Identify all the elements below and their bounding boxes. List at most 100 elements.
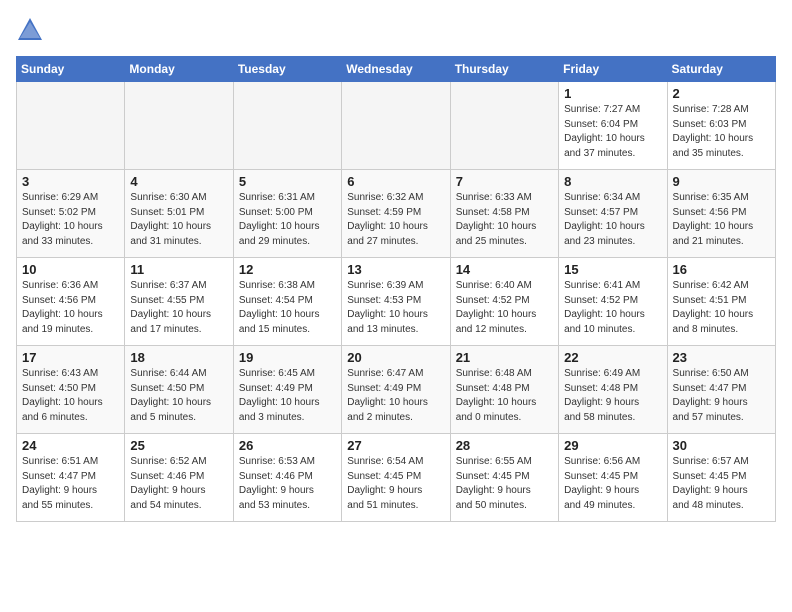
- calendar-header-wednesday: Wednesday: [342, 57, 450, 82]
- calendar-cell: 19 Sunrise: 6:45 AMSunset: 4:49 PMDayligh…: [233, 346, 341, 434]
- day-number: 27: [347, 438, 444, 453]
- day-number: 19: [239, 350, 336, 365]
- day-number: 15: [564, 262, 661, 277]
- day-info: Sunrise: 6:53 AMSunset: 4:46 PMDaylight:…: [239, 455, 336, 513]
- day-info: Sunrise: 6:38 AMSunset: 4:54 PMDaylight:…: [239, 279, 336, 337]
- day-number: 4: [130, 174, 227, 189]
- calendar-week-1: 1Sunrise: 7:27 AMSunset: 6:04 PMDaylight…: [17, 82, 776, 170]
- day-info: Sunrise: 6:52 AMSunset: 4:46 PMDaylight:…: [130, 455, 227, 513]
- calendar-cell: 9 Sunrise: 6:35 AMSunset: 4:56 PMDaylight…: [667, 170, 775, 258]
- day-info: Sunrise: 6:55 AMSunset: 4:45 PMDaylight:…: [456, 455, 553, 513]
- day-number: 9: [673, 174, 770, 189]
- calendar-cell: 15 Sunrise: 6:41 AMSunset: 4:52 PMDayligh…: [559, 258, 667, 346]
- day-info: Sunrise: 6:35 AMSunset: 4:56 PMDaylight:…: [673, 191, 770, 249]
- day-info: Sunrise: 6:50 AMSunset: 4:47 PMDaylight:…: [673, 367, 770, 425]
- day-info: Sunrise: 6:41 AMSunset: 4:52 PMDaylight:…: [564, 279, 661, 337]
- calendar-cell: 22 Sunrise: 6:49 AMSunset: 4:48 PMDayligh…: [559, 346, 667, 434]
- calendar-header-friday: Friday: [559, 57, 667, 82]
- calendar-cell: 6Sunrise: 6:32 AMSunset: 4:59 PMDaylight…: [342, 170, 450, 258]
- calendar-cell: 27 Sunrise: 6:54 AMSunset: 4:45 PMDayligh…: [342, 434, 450, 522]
- day-info: Sunrise: 6:30 AMSunset: 5:01 PMDaylight:…: [130, 191, 227, 249]
- calendar-cell: 12 Sunrise: 6:38 AMSunset: 4:54 PMDayligh…: [233, 258, 341, 346]
- page-header: [16, 16, 776, 44]
- day-info: Sunrise: 6:39 AMSunset: 4:53 PMDaylight:…: [347, 279, 444, 337]
- day-number: 24: [22, 438, 119, 453]
- day-info: Sunrise: 6:56 AMSunset: 4:45 PMDaylight:…: [564, 455, 661, 513]
- day-number: 22: [564, 350, 661, 365]
- day-info: Sunrise: 6:37 AMSunset: 4:55 PMDaylight:…: [130, 279, 227, 337]
- calendar-header-thursday: Thursday: [450, 57, 558, 82]
- day-info: Sunrise: 7:28 AMSunset: 6:03 PMDaylight:…: [673, 103, 770, 161]
- calendar-cell: 18 Sunrise: 6:44 AMSunset: 4:50 PMDayligh…: [125, 346, 233, 434]
- calendar-week-3: 10 Sunrise: 6:36 AMSunset: 4:56 PMDayligh…: [17, 258, 776, 346]
- day-number: 10: [22, 262, 119, 277]
- day-number: 29: [564, 438, 661, 453]
- calendar-cell: 4 Sunrise: 6:30 AMSunset: 5:01 PMDaylight…: [125, 170, 233, 258]
- day-info: Sunrise: 6:29 AMSunset: 5:02 PMDaylight:…: [22, 191, 119, 249]
- day-number: 14: [456, 262, 553, 277]
- day-number: 23: [673, 350, 770, 365]
- day-number: 30: [673, 438, 770, 453]
- calendar-header-saturday: Saturday: [667, 57, 775, 82]
- day-number: 11: [130, 262, 227, 277]
- calendar-cell: 17Sunrise: 6:43 AMSunset: 4:50 PMDayligh…: [17, 346, 125, 434]
- calendar-week-5: 24 Sunrise: 6:51 AMSunset: 4:47 PMDayligh…: [17, 434, 776, 522]
- calendar-header-sunday: Sunday: [17, 57, 125, 82]
- calendar-header-row: SundayMondayTuesdayWednesdayThursdayFrid…: [17, 57, 776, 82]
- day-info: Sunrise: 6:47 AMSunset: 4:49 PMDaylight:…: [347, 367, 444, 425]
- day-number: 12: [239, 262, 336, 277]
- calendar-cell: 29 Sunrise: 6:56 AMSunset: 4:45 PMDayligh…: [559, 434, 667, 522]
- calendar-cell: 21 Sunrise: 6:48 AMSunset: 4:48 PMDayligh…: [450, 346, 558, 434]
- calendar-cell: 30 Sunrise: 6:57 AMSunset: 4:45 PMDayligh…: [667, 434, 775, 522]
- calendar-cell: 7 Sunrise: 6:33 AMSunset: 4:58 PMDaylight…: [450, 170, 558, 258]
- calendar-cell: 26 Sunrise: 6:53 AMSunset: 4:46 PMDayligh…: [233, 434, 341, 522]
- calendar-cell: 2 Sunrise: 7:28 AMSunset: 6:03 PMDaylight…: [667, 82, 775, 170]
- calendar-cell: 11 Sunrise: 6:37 AMSunset: 4:55 PMDayligh…: [125, 258, 233, 346]
- day-number: 20: [347, 350, 444, 365]
- day-info: Sunrise: 6:36 AMSunset: 4:56 PMDaylight:…: [22, 279, 119, 337]
- day-number: 6: [347, 174, 444, 189]
- day-number: 5: [239, 174, 336, 189]
- calendar-week-2: 3 Sunrise: 6:29 AMSunset: 5:02 PMDaylight…: [17, 170, 776, 258]
- day-info: Sunrise: 6:31 AMSunset: 5:00 PMDaylight:…: [239, 191, 336, 249]
- calendar-cell: [17, 82, 125, 170]
- calendar-cell: 28Sunrise: 6:55 AMSunset: 4:45 PMDayligh…: [450, 434, 558, 522]
- calendar-cell: [450, 82, 558, 170]
- calendar-cell: 16 Sunrise: 6:42 AMSunset: 4:51 PMDayligh…: [667, 258, 775, 346]
- day-number: 7: [456, 174, 553, 189]
- day-number: 16: [673, 262, 770, 277]
- day-number: 3: [22, 174, 119, 189]
- day-info: Sunrise: 6:51 AMSunset: 4:47 PMDaylight:…: [22, 455, 119, 513]
- day-number: 1: [564, 86, 661, 101]
- day-info: Sunrise: 6:40 AMSunset: 4:52 PMDaylight:…: [456, 279, 553, 337]
- calendar-header-tuesday: Tuesday: [233, 57, 341, 82]
- day-number: 25: [130, 438, 227, 453]
- logo-icon: [16, 16, 44, 44]
- day-number: 18: [130, 350, 227, 365]
- day-info: Sunrise: 6:48 AMSunset: 4:48 PMDaylight:…: [456, 367, 553, 425]
- calendar-cell: 25 Sunrise: 6:52 AMSunset: 4:46 PMDayligh…: [125, 434, 233, 522]
- calendar-cell: 8 Sunrise: 6:34 AMSunset: 4:57 PMDaylight…: [559, 170, 667, 258]
- day-info: Sunrise: 6:57 AMSunset: 4:45 PMDaylight:…: [673, 455, 770, 513]
- day-info: Sunrise: 6:43 AMSunset: 4:50 PMDaylight:…: [22, 367, 119, 425]
- day-info: Sunrise: 6:49 AMSunset: 4:48 PMDaylight:…: [564, 367, 661, 425]
- calendar-table: SundayMondayTuesdayWednesdayThursdayFrid…: [16, 56, 776, 522]
- calendar-cell: [233, 82, 341, 170]
- calendar-header-monday: Monday: [125, 57, 233, 82]
- day-number: 13: [347, 262, 444, 277]
- day-number: 2: [673, 86, 770, 101]
- calendar-cell: 3 Sunrise: 6:29 AMSunset: 5:02 PMDaylight…: [17, 170, 125, 258]
- calendar-cell: 1Sunrise: 7:27 AMSunset: 6:04 PMDaylight…: [559, 82, 667, 170]
- calendar-cell: 20 Sunrise: 6:47 AMSunset: 4:49 PMDayligh…: [342, 346, 450, 434]
- day-number: 21: [456, 350, 553, 365]
- day-info: Sunrise: 6:45 AMSunset: 4:49 PMDaylight:…: [239, 367, 336, 425]
- day-info: Sunrise: 6:33 AMSunset: 4:58 PMDaylight:…: [456, 191, 553, 249]
- calendar-cell: 13 Sunrise: 6:39 AMSunset: 4:53 PMDayligh…: [342, 258, 450, 346]
- day-info: Sunrise: 6:42 AMSunset: 4:51 PMDaylight:…: [673, 279, 770, 337]
- day-info: Sunrise: 6:44 AMSunset: 4:50 PMDaylight:…: [130, 367, 227, 425]
- calendar-week-4: 17Sunrise: 6:43 AMSunset: 4:50 PMDayligh…: [17, 346, 776, 434]
- day-number: 26: [239, 438, 336, 453]
- day-number: 8: [564, 174, 661, 189]
- day-info: Sunrise: 6:54 AMSunset: 4:45 PMDaylight:…: [347, 455, 444, 513]
- day-info: Sunrise: 6:34 AMSunset: 4:57 PMDaylight:…: [564, 191, 661, 249]
